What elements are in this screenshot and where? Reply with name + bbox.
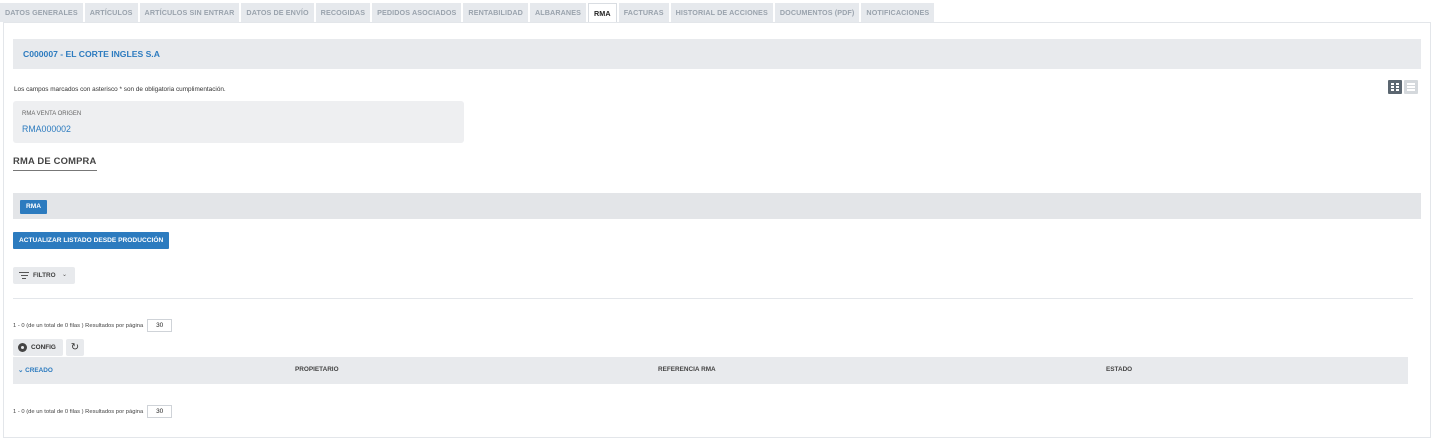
- tab-historial-de-acciones[interactable]: HISTORIAL DE ACCIONES: [670, 3, 773, 22]
- client-title[interactable]: C000007 - EL CORTE INGLES S.A: [23, 49, 160, 59]
- results-per-page-input[interactable]: 30: [147, 319, 173, 332]
- tab-albaranes[interactable]: ALBARANES: [529, 3, 587, 22]
- rma-toolbar: RMA: [13, 193, 1421, 219]
- tab-artículos-sin-entrar[interactable]: ARTÍCULOS SIN ENTRAR: [139, 3, 240, 22]
- tab-notificaciones[interactable]: NOTIFICACIONES: [861, 3, 935, 22]
- gear-icon: [18, 343, 27, 352]
- origin-rma-field: RMA VENTA ORIGEN RMA000002: [13, 101, 464, 143]
- refresh-button[interactable]: ↻: [66, 339, 84, 356]
- rma-panel: C000007 - EL CORTE INGLES S.A Los campos…: [3, 22, 1431, 438]
- tab-datos-generales[interactable]: DATOS GENERALES: [0, 3, 83, 22]
- tab-bar: DATOS GENERALES ARTÍCULOS ARTÍCULOS SIN EN…: [0, 3, 936, 23]
- update-from-production-button[interactable]: ACTUALIZAR LISTADO DESDE PRODUCCIÓN: [13, 232, 170, 249]
- origin-rma-label: RMA VENTA ORIGEN: [22, 111, 82, 117]
- tab-recogidas[interactable]: RECOGIDAS: [315, 3, 371, 22]
- column-created[interactable]: ⌄ CREADO: [18, 366, 53, 374]
- client-header: C000007 - EL CORTE INGLES S.A: [13, 39, 1421, 69]
- column-owner[interactable]: PROPIETARIO: [295, 366, 339, 373]
- pagination-top: 1 - 0 (de un total de 0 filas ) Resultad…: [13, 319, 173, 332]
- column-status[interactable]: ESTADO: [1106, 366, 1132, 373]
- filter-label: FILTRO: [33, 272, 56, 279]
- rma-badge-button[interactable]: RMA: [20, 200, 48, 214]
- grid-view-icon[interactable]: [1388, 80, 1402, 94]
- results-per-page-input[interactable]: 30: [147, 405, 173, 418]
- table-header: ⌄ CREADO PROPIETARIO REFERENCIA RMA ESTA…: [13, 357, 1408, 384]
- tab-artículos[interactable]: ARTÍCULOS: [84, 3, 138, 22]
- pagination-summary: 1 - 0 (de un total de 0 filas ) Resultad…: [13, 408, 144, 415]
- config-button[interactable]: CONFIG: [13, 339, 63, 356]
- origin-rma-link[interactable]: RMA000002: [22, 124, 71, 134]
- tab-pedidos-asociados[interactable]: PEDIDOS ASOCIADOS: [372, 3, 462, 22]
- tab-datos-de-envío[interactable]: DATOS DE ENVÍO: [241, 3, 314, 22]
- filter-button[interactable]: FILTRO ⌄: [13, 267, 75, 284]
- section-title: RMA DE COMPRA: [13, 155, 97, 171]
- chevron-down-icon: ⌄: [62, 272, 68, 278]
- required-fields-note: Los campos marcados con asterisco * son …: [14, 86, 226, 93]
- filter-icon: [19, 272, 29, 280]
- tab-rentabilidad[interactable]: RENTABILIDAD: [463, 3, 528, 22]
- tab-documentos-pdf[interactable]: DOCUMENTOS (PDF): [774, 3, 860, 22]
- list-view-icon[interactable]: [1404, 80, 1418, 94]
- config-label: CONFIG: [31, 344, 56, 351]
- pagination-bottom: 1 - 0 (de un total de 0 filas ) Resultad…: [13, 405, 173, 418]
- divider: [13, 298, 1413, 299]
- tab-rma[interactable]: RMA: [588, 3, 617, 23]
- column-rma-reference[interactable]: REFERENCIA RMA: [658, 366, 716, 373]
- pagination-summary: 1 - 0 (de un total de 0 filas ) Resultad…: [13, 322, 144, 329]
- tab-facturas[interactable]: FACTURAS: [618, 3, 669, 22]
